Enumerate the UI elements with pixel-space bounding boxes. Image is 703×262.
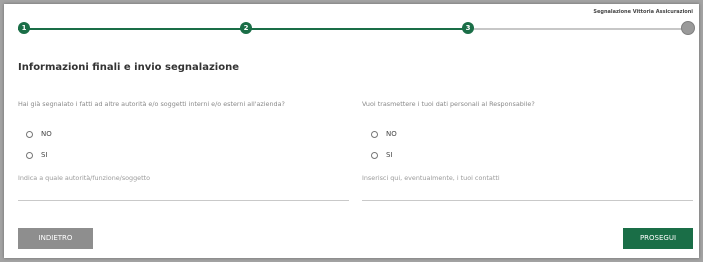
step-3-indicator: 3 [462, 22, 474, 34]
radio-circle-icon[interactable] [26, 130, 33, 138]
back-button[interactable]: INDIETRO [18, 228, 93, 249]
step-final-indicator [681, 21, 695, 35]
radio-circle-icon[interactable] [371, 130, 378, 138]
page-title: Informazioni finali e invio segnalazione [18, 62, 239, 73]
step-2-indicator: 2 [240, 22, 252, 34]
radio-option-si-right[interactable]: SI [371, 151, 393, 159]
brand-label: Segnalazione Vittoria Assicurazioni [593, 9, 693, 15]
continue-button[interactable]: PROSEGUI [623, 228, 693, 249]
question-personal-data: Vuoi trasmettere i tuoi dati personali a… [362, 100, 535, 108]
contacts-input[interactable]: Inserisci qui, eventualmente, i tuoi con… [362, 174, 693, 201]
contacts-input-label: Inserisci qui, eventualmente, i tuoi con… [362, 174, 500, 182]
radio-circle-icon[interactable] [26, 151, 33, 159]
step-1-indicator: 1 [18, 22, 30, 34]
form-card: Segnalazione Vittoria Assicurazioni 1 2 … [4, 4, 699, 258]
radio-label: NO [41, 130, 52, 138]
radio-option-si-left[interactable]: SI [26, 151, 48, 159]
radio-option-no-right[interactable]: NO [371, 130, 397, 138]
question-other-authorities: Hai già segnalato i fatti ad altre autor… [18, 100, 285, 108]
radio-label: NO [386, 130, 397, 138]
radio-label: SI [41, 151, 48, 159]
progress-track-pending [470, 28, 688, 30]
radio-option-no-left[interactable]: NO [26, 130, 52, 138]
radio-circle-icon[interactable] [371, 151, 378, 159]
authority-input-label: Indica a quale autorità/funzione/soggett… [18, 174, 151, 182]
authority-input[interactable]: Indica a quale autorità/funzione/soggett… [18, 174, 349, 201]
radio-label: SI [386, 151, 393, 159]
